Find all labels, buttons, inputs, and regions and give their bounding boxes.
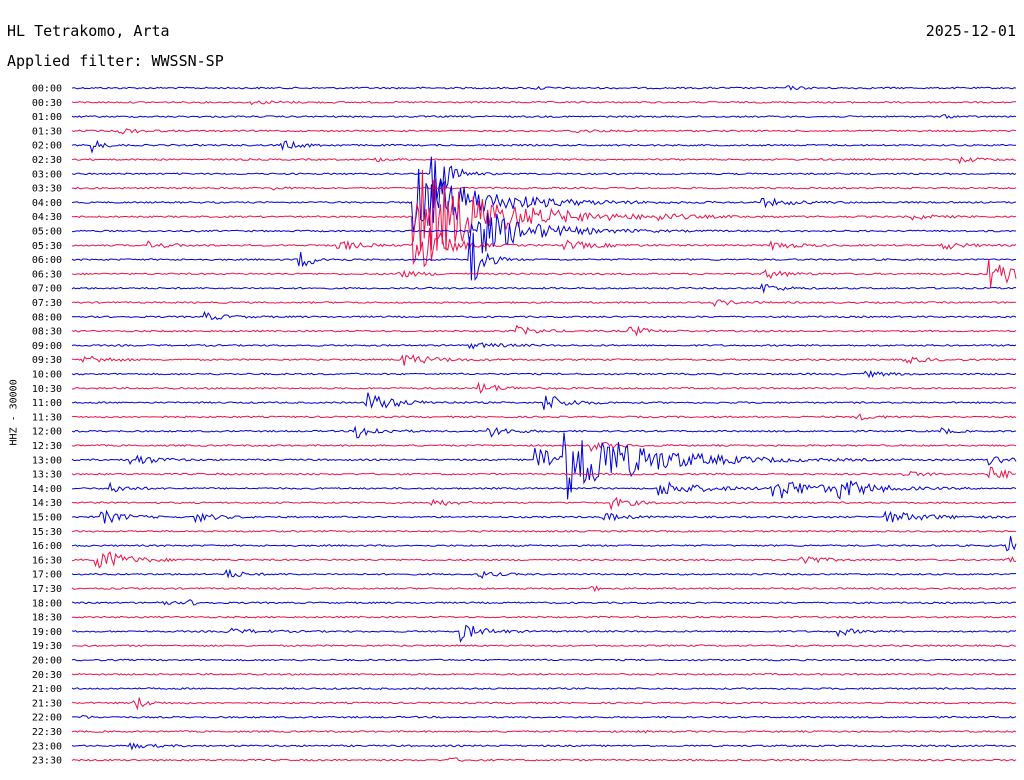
time-label: 13:00 [32,455,62,466]
time-label: 07:30 [32,298,62,309]
time-label: 21:30 [32,698,62,709]
trace-line [71,529,1017,533]
time-label: 04:30 [32,212,62,223]
time-label: 06:30 [32,269,62,280]
time-label: 02:00 [32,141,62,152]
trace-line [71,168,1017,232]
time-label: 22:00 [32,713,62,724]
trace-line [72,213,1017,254]
time-label: 23:00 [32,741,62,752]
time-label: 21:00 [32,684,62,695]
time-label: 18:30 [32,613,62,624]
time-label: 17:30 [32,584,62,595]
time-label: 05:30 [32,241,62,252]
time-label: 12:00 [32,427,62,438]
trace-line [71,509,1017,524]
time-label: 07:00 [32,284,62,295]
trace-line [71,425,1017,439]
trace-line [71,714,1017,719]
trace-line [71,466,1017,480]
time-label: 02:30 [32,155,62,166]
trace-line [71,369,1017,379]
time-label: 15:30 [32,527,62,538]
trace-line [71,536,1017,552]
trace-line [71,757,1017,762]
helicorder-plot: 00:00 00:30 01:00 01:30 02:00 02:30 03:00 03:30… [32,84,1017,767]
trace-line [71,413,1017,421]
time-label: 19:00 [32,627,62,638]
time-label: 16:30 [32,555,62,566]
trace-line [71,342,1017,350]
trace-line [71,310,1017,321]
trace-line [71,186,1017,191]
time-label: 09:00 [32,341,62,352]
time-label: 13:30 [32,470,62,481]
trace-line [71,496,1017,511]
time-label: 11:00 [32,398,62,409]
time-label: 15:00 [32,513,62,524]
time-label: 06:00 [32,255,62,266]
trace-line [71,687,1017,691]
time-label: 20:00 [32,656,62,667]
trace-line [71,128,1017,135]
trace-line [71,156,1016,165]
time-label: 12:30 [32,441,62,452]
trace-line [71,658,1017,662]
trace-line [71,432,1017,500]
trace-line [71,551,1017,569]
trace-line [71,324,1017,337]
trace-line [71,585,1017,593]
time-label: 16:00 [32,541,62,552]
trace-line [71,299,1017,308]
time-label: 20:30 [32,670,62,681]
time-label: 01:00 [32,112,62,123]
time-label: 11:30 [32,412,62,423]
trace-line [72,392,1017,410]
time-label: 10:00 [32,370,62,381]
time-label: 23:30 [32,756,62,767]
time-label: 14:30 [32,498,62,509]
time-label: 19:30 [32,641,62,652]
trace-line [71,114,1017,119]
time-label: 08:00 [32,312,62,323]
trace-line [71,599,1017,606]
time-label: 09:30 [32,355,62,366]
time-label: 17:00 [32,570,62,581]
trace-line [71,139,1016,154]
time-label: 00:30 [32,98,62,109]
trace-line [71,259,1017,288]
time-label: 18:00 [32,598,62,609]
time-label: 01:30 [32,126,62,137]
trace-line [71,644,1017,648]
trace-line [71,85,1017,91]
trace-line [71,169,1017,266]
time-label: 08:30 [32,327,62,338]
time-label: 10:30 [32,384,62,395]
trace-line [71,381,1017,394]
trace-line [71,441,1017,453]
trace-line [71,742,1017,751]
trace-line [72,354,1017,366]
time-label: 05:00 [32,227,62,238]
time-label: 03:30 [32,184,62,195]
time-label: 00:00 [32,84,62,95]
trace-line [71,615,1017,619]
time-label: 22:30 [32,727,62,738]
trace-line [71,568,1017,579]
trace-line [71,100,1017,106]
trace-line [71,729,1017,734]
trace-line [71,697,1017,711]
time-label: 03:00 [32,169,62,180]
trace-line [71,672,1017,676]
time-label: 04:00 [32,198,62,209]
time-label: 14:00 [32,484,62,495]
trace-line [71,480,1017,500]
trace-line [71,624,1017,644]
trace-line [71,282,1017,294]
trace-line [71,203,1017,268]
